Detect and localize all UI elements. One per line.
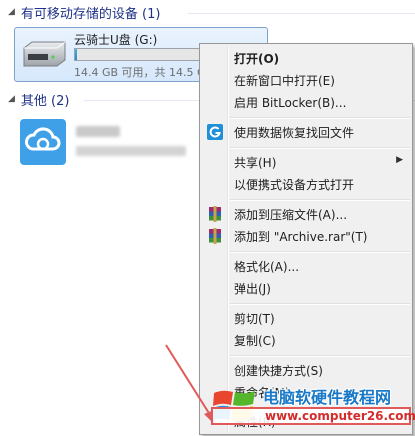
menu-label: 格式化(A)... xyxy=(234,259,300,274)
menu-label: 以便携式设备方式打开 xyxy=(234,177,355,192)
menu-label: 弹出(J) xyxy=(234,281,271,296)
menu-label: 共享(H) xyxy=(234,155,277,170)
menu-item-eject[interactable]: 弹出(J) xyxy=(202,277,410,299)
menu-item-add-to-archive-rar[interactable]: 添加到 "Archive.rar"(T) xyxy=(202,225,410,247)
usb-drive-icon xyxy=(23,41,66,67)
menu-label: 复制(C) xyxy=(234,333,276,348)
menu-label: 创建快捷方式(S) xyxy=(234,363,323,378)
group-header-removable[interactable]: ◢ 有可移动存储的设备 (1) xyxy=(8,2,160,22)
menu-label: 剪切(T) xyxy=(234,311,275,326)
menu-label: 添加到 "Archive.rar"(T) xyxy=(234,229,368,244)
drive-name: 云骑士U盘 (G:) xyxy=(74,33,158,47)
menu-item-format[interactable]: 格式化(A)... xyxy=(202,255,410,277)
group-header-other[interactable]: ◢ 其他 (2) xyxy=(8,89,69,109)
group-label: 有可移动存储的设备 (1) xyxy=(20,6,161,22)
menu-item-data-recovery[interactable]: 使用数据恢复找回文件 xyxy=(202,121,410,143)
menu-separator xyxy=(230,199,410,201)
submenu-arrow-icon: ▶ xyxy=(396,155,403,165)
menu-separator xyxy=(230,251,410,253)
menu-separator xyxy=(230,117,410,119)
context-menu: 打开(O) 在新窗口中打开(E) 启用 BitLocker(B)... 使用数据… xyxy=(199,43,413,435)
menu-separator xyxy=(230,355,410,357)
collapse-arrow-icon[interactable]: ◢ xyxy=(8,94,15,104)
menu-item-cut[interactable]: 剪切(T) xyxy=(202,307,410,329)
menu-separator xyxy=(230,303,410,305)
menu-item-share[interactable]: 共享(H) ▶ xyxy=(202,151,410,173)
watermark-url: www.computer26.com xyxy=(211,407,415,425)
blurred-name xyxy=(76,126,120,137)
group-divider xyxy=(188,13,415,14)
menu-label: 在新窗口中打开(E) xyxy=(234,73,335,88)
menu-label: 添加到压缩文件(A)... xyxy=(234,207,348,222)
winrar-icon xyxy=(209,228,221,244)
menu-item-open-new-window[interactable]: 在新窗口中打开(E) xyxy=(202,69,410,91)
menu-item-open[interactable]: 打开(O) xyxy=(202,47,410,69)
drive-usage-fill xyxy=(75,49,77,60)
menu-item-portable-device[interactable]: 以便携式设备方式打开 xyxy=(202,173,410,195)
menu-label: 使用数据恢复找回文件 xyxy=(234,125,355,140)
cloud-drive-icon xyxy=(20,119,66,165)
data-recovery-icon xyxy=(207,124,223,140)
blurred-detail xyxy=(76,146,186,156)
menu-item-add-to-archive[interactable]: 添加到压缩文件(A)... xyxy=(202,203,410,225)
menu-item-bitlocker[interactable]: 启用 BitLocker(B)... xyxy=(202,91,410,113)
menu-item-copy[interactable]: 复制(C) xyxy=(202,329,410,351)
menu-separator xyxy=(230,147,410,149)
watermark: 电脑软硬件教程网 www.computer26.com xyxy=(207,381,415,433)
watermark-title: 电脑软硬件教程网 xyxy=(263,388,392,407)
menu-label: 启用 BitLocker(B)... xyxy=(234,95,347,110)
menu-item-create-shortcut[interactable]: 创建快捷方式(S) xyxy=(202,359,410,381)
winrar-icon xyxy=(209,206,221,222)
menu-label: 打开(O) xyxy=(234,51,280,66)
group-label: 其他 (2) xyxy=(20,93,70,109)
collapse-arrow-icon[interactable]: ◢ xyxy=(8,7,15,17)
